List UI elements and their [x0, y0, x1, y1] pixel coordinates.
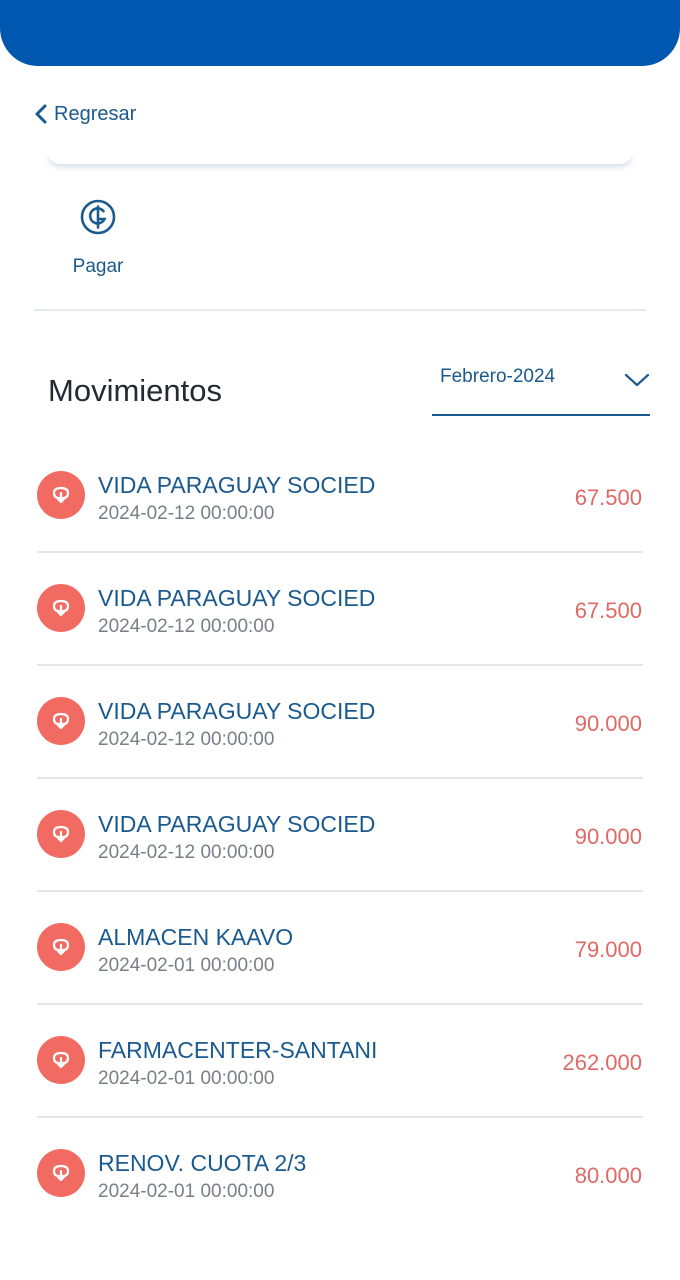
movement-name: VIDA PARAGUAY SOCIED — [98, 811, 376, 837]
movement-date: 2024-02-01 00:00:00 — [98, 955, 275, 976]
guarani-coin-icon — [80, 199, 116, 235]
top-app-bar — [0, 0, 680, 66]
debit-icon — [37, 471, 85, 519]
movement-name: VIDA PARAGUAY SOCIED — [98, 698, 376, 724]
movement-amount: 80.000 — [574, 1163, 642, 1188]
movement-name: ALMACEN KAAVO — [98, 924, 294, 950]
movement-date: 2024-02-12 00:00:00 — [98, 503, 275, 524]
movement-row[interactable]: VIDA PARAGUAY SOCIED 2024-02-12 00:00:00… — [0, 779, 680, 892]
pay-label: Pagar — [72, 256, 124, 277]
debit-icon — [37, 584, 85, 632]
debit-icon — [37, 810, 85, 858]
movement-amount: 67.500 — [574, 485, 642, 510]
month-select[interactable]: Febrero-2024 — [432, 360, 650, 416]
chevron-down-icon — [624, 373, 650, 387]
movement-date: 2024-02-12 00:00:00 — [98, 729, 275, 750]
movement-row[interactable]: ALMACEN KAAVO 2024-02-01 00:00:00 79.000 — [0, 892, 680, 1005]
account-card-edge — [48, 152, 632, 164]
movement-amount: 262.000 — [562, 1050, 642, 1075]
back-button[interactable]: Regresar — [34, 100, 136, 128]
chevron-left-icon — [35, 104, 47, 124]
debit-icon — [37, 1149, 85, 1197]
section-divider — [34, 309, 646, 311]
movement-row[interactable]: VIDA PARAGUAY SOCIED 2024-02-12 00:00:00… — [0, 553, 680, 666]
movements-list: VIDA PARAGUAY SOCIED 2024-02-12 00:00:00… — [0, 440, 680, 1231]
movement-row[interactable]: RENOV. CUOTA 2/3 2024-02-01 00:00:00 80.… — [0, 1118, 680, 1231]
movement-amount: 90.000 — [574, 711, 642, 736]
movement-date: 2024-02-01 00:00:00 — [98, 1068, 275, 1089]
page: Regresar Pagar Movimientos Febrero-2024 … — [0, 0, 680, 1280]
movement-date: 2024-02-12 00:00:00 — [98, 616, 275, 637]
movement-name: VIDA PARAGUAY SOCIED — [98, 585, 376, 611]
movement-row[interactable]: FARMACENTER-SANTANI 2024-02-01 00:00:00 … — [0, 1005, 680, 1118]
movement-name: VIDA PARAGUAY SOCIED — [98, 472, 376, 498]
movement-date: 2024-02-01 00:00:00 — [98, 1181, 275, 1202]
debit-icon — [37, 923, 85, 971]
movement-amount: 67.500 — [574, 598, 642, 623]
movement-date: 2024-02-12 00:00:00 — [98, 842, 275, 863]
movement-row[interactable]: VIDA PARAGUAY SOCIED 2024-02-12 00:00:00… — [0, 666, 680, 779]
movement-name: FARMACENTER-SANTANI — [98, 1037, 378, 1063]
month-select-value: Febrero-2024 — [440, 366, 556, 387]
debit-icon — [37, 697, 85, 745]
back-label: Regresar — [54, 102, 137, 125]
movement-row[interactable]: VIDA PARAGUAY SOCIED 2024-02-12 00:00:00… — [0, 440, 680, 553]
debit-icon — [37, 1036, 85, 1084]
pay-button[interactable]: Pagar — [58, 198, 138, 288]
movement-amount: 90.000 — [574, 824, 642, 849]
movement-name: RENOV. CUOTA 2/3 — [98, 1150, 307, 1176]
movements-title: Movimientos — [48, 373, 222, 408]
movement-amount: 79.000 — [574, 937, 642, 962]
